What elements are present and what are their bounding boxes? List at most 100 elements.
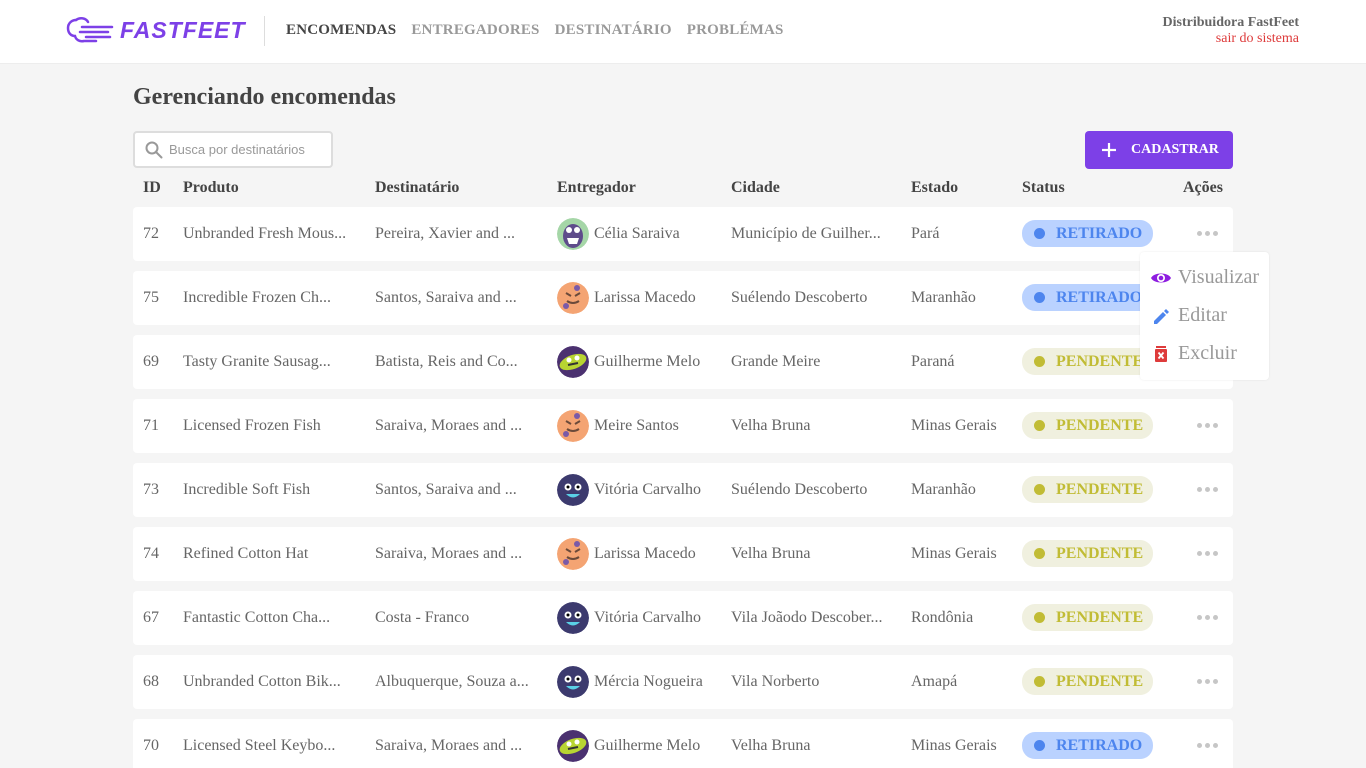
delivery-truck-icon — [66, 17, 114, 43]
status-badge: PENDENTE — [1022, 348, 1153, 375]
menu-item-label: Editar — [1178, 304, 1227, 326]
cell-estado: Minas Gerais — [911, 545, 997, 562]
navy-monster-avatar — [557, 666, 589, 698]
table-row: 69 Tasty Granite Sausag... Batista, Reis a… — [133, 335, 1233, 389]
row-actions-button[interactable] — [1197, 551, 1218, 556]
cell-entregador: Mércia Nogueira — [557, 655, 703, 709]
pencil-icon — [1154, 308, 1169, 324]
header-divider — [264, 16, 265, 46]
status-label: RETIRADO — [1056, 225, 1143, 242]
cell-entregador: Vitória Carvalho — [557, 463, 701, 517]
cell-cidade: Velha Bruna — [731, 417, 811, 434]
cell-id: 75 — [143, 289, 159, 306]
logout-link[interactable]: sair do sistema — [1163, 31, 1299, 47]
cell-cidade: Município de Guilher... — [731, 225, 881, 242]
more-dot-icon — [1213, 487, 1218, 492]
cell-entregador: Guilherme Melo — [557, 719, 700, 768]
cell-estado: Amapá — [911, 673, 958, 690]
more-dot-icon — [1197, 743, 1202, 748]
cell-id: 72 — [143, 225, 159, 242]
orange-monster-avatar — [557, 410, 589, 442]
table-row: 68 Unbranded Cotton Bik... Albuquerque, So… — [133, 655, 1233, 709]
top-header: FASTFEET ENCOMENDAS ENTREGADORES DESTINA… — [0, 0, 1366, 64]
status-badge: RETIRADO — [1022, 220, 1153, 247]
cell-estado: Minas Gerais — [911, 737, 997, 754]
deliverer-name: Meire Santos — [594, 417, 679, 434]
column-header-status: Status — [1022, 179, 1065, 196]
cell-entregador: Meire Santos — [557, 399, 679, 453]
cell-estado: Minas Gerais — [911, 417, 997, 434]
table-row: 71 Licensed Frozen Fish Saraiva, Moraes an… — [133, 399, 1233, 453]
column-header-cidade: Cidade — [731, 179, 780, 196]
status-dot-icon — [1034, 420, 1045, 431]
more-dot-icon — [1197, 551, 1202, 556]
status-dot-icon — [1034, 228, 1045, 239]
status-badge: PENDENTE — [1022, 604, 1153, 631]
menu-item-editar[interactable]: Editar — [1150, 304, 1227, 327]
status-label: RETIRADO — [1056, 289, 1143, 306]
more-dot-icon — [1213, 551, 1218, 556]
status-dot-icon — [1034, 548, 1045, 559]
deliverer-name: Guilherme Melo — [594, 737, 701, 754]
table-row: 72 Unbranded Fresh Mous... Pereira, Xavier… — [133, 207, 1233, 261]
nav-encomendas[interactable]: ENCOMENDAS — [286, 22, 396, 39]
row-actions-button[interactable] — [1197, 423, 1218, 428]
deliverer-name: Vitória Carvalho — [594, 481, 702, 498]
deliverer-name: Guilherme Melo — [594, 353, 701, 370]
cell-destinatario: Costa - Franco — [375, 609, 470, 626]
search-box[interactable] — [133, 131, 333, 168]
status-dot-icon — [1034, 740, 1045, 751]
row-actions-button[interactable] — [1197, 615, 1218, 620]
more-dot-icon — [1197, 423, 1202, 428]
navy-monster-avatar — [557, 474, 589, 506]
nav-entregadores[interactable]: ENTREGADORES — [411, 22, 539, 39]
row-actions-button[interactable] — [1197, 679, 1218, 684]
more-dot-icon — [1197, 615, 1202, 620]
row-actions-button[interactable] — [1197, 743, 1218, 748]
cell-id: 73 — [143, 481, 159, 498]
more-dot-icon — [1197, 231, 1202, 236]
profile-name: Distribuidora FastFeet — [1162, 15, 1299, 30]
main-nav: ENCOMENDAS ENTREGADORES DESTINATÁRIO PRO… — [286, 22, 784, 39]
cell-cidade: Suélendo Descoberto — [731, 481, 868, 498]
status-label: PENDENTE — [1056, 481, 1144, 498]
search-input[interactable] — [169, 142, 329, 157]
column-header-entregador: Entregador — [557, 179, 636, 196]
search-icon — [145, 141, 163, 158]
cell-produto: Unbranded Cotton Bik... — [183, 673, 341, 690]
nav-destinatario[interactable]: DESTINATÁRIO — [555, 22, 672, 39]
row-action-menu: Visualizar Editar Excluir — [1140, 252, 1269, 380]
plus-icon — [1102, 143, 1116, 157]
cell-id: 68 — [143, 673, 159, 690]
more-dot-icon — [1205, 615, 1210, 620]
purple-lime-avatar — [557, 730, 589, 762]
fastfeet-logo[interactable]: FASTFEET — [66, 14, 246, 46]
cell-cidade: Velha Bruna — [731, 545, 811, 562]
add-button[interactable]: CADASTRAR — [1085, 131, 1233, 169]
cell-produto: Incredible Frozen Ch... — [183, 289, 331, 306]
cell-produto: Tasty Granite Sausag... — [183, 353, 331, 370]
more-dot-icon — [1213, 615, 1218, 620]
column-header-estado: Estado — [911, 179, 959, 196]
cell-entregador: Vitória Carvalho — [557, 591, 701, 645]
navy-monster-avatar — [557, 602, 589, 634]
menu-item-label: Excluir — [1178, 342, 1237, 364]
row-actions-button[interactable] — [1197, 487, 1218, 492]
menu-item-excluir[interactable]: Excluir — [1150, 342, 1237, 365]
cell-destinatario: Batista, Reis and Co... — [375, 353, 518, 370]
menu-item-label: Visualizar — [1178, 266, 1259, 288]
cell-produto: Licensed Steel Keybo... — [183, 737, 336, 754]
status-label: PENDENTE — [1056, 353, 1144, 370]
cell-id: 71 — [143, 417, 159, 434]
cell-destinatario: Pereira, Xavier and ... — [375, 225, 515, 242]
cell-destinatario: Saraiva, Moraes and ... — [375, 545, 523, 562]
more-dot-icon — [1205, 487, 1210, 492]
more-dot-icon — [1213, 743, 1218, 748]
logo-text: FASTFEET — [120, 16, 246, 43]
orange-monster-avatar — [557, 282, 589, 314]
nav-problemas[interactable]: PROBLÉMAS — [687, 22, 784, 39]
row-actions-button[interactable] — [1197, 231, 1218, 236]
more-dot-icon — [1205, 679, 1210, 684]
more-dot-icon — [1213, 231, 1218, 236]
menu-item-visualizar[interactable]: Visualizar — [1150, 266, 1259, 289]
